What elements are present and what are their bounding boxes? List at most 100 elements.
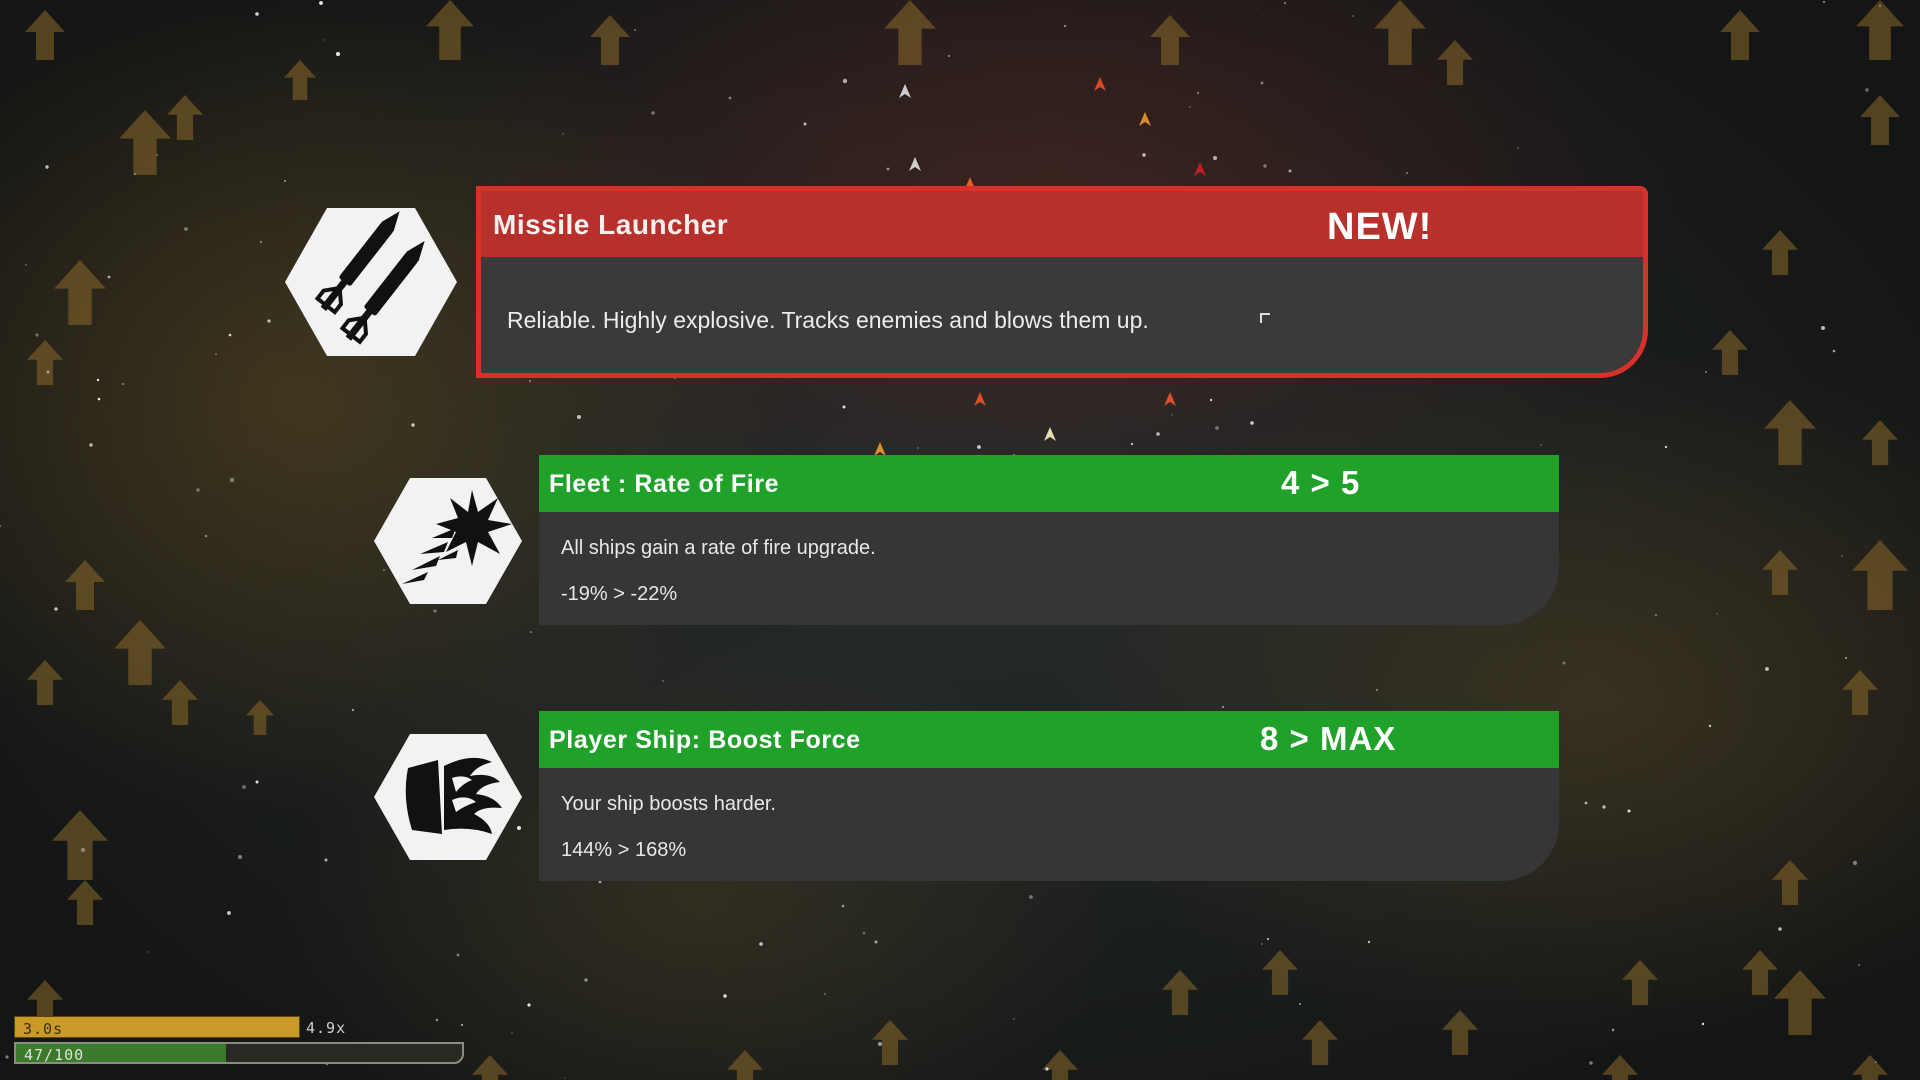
star [461,1024,463,1026]
star [1288,169,1292,173]
star [564,1077,566,1079]
background-arrow [27,340,63,385]
star [634,29,636,31]
star [1263,164,1267,168]
star [228,333,232,337]
upgrade-description: All ships gain a rate of fire upgrade. [561,537,876,559]
star [1879,5,1881,7]
star [319,1,323,5]
star [255,12,259,16]
star [238,855,242,859]
star [435,1018,439,1022]
star [1701,1022,1705,1026]
star [1045,1067,1049,1071]
star [1215,426,1219,430]
star [89,443,93,447]
background-arrow [1162,970,1198,1015]
star [1602,805,1606,809]
upgrade-title: Player Ship: Boost Force [549,726,861,754]
star [1142,153,1146,157]
star [1875,1061,1877,1063]
background-arrow [1262,950,1298,995]
star [1209,398,1213,402]
upgrade-title: Fleet : Rate of Fire [549,470,780,498]
new-badge: NEW! [1327,206,1433,248]
background-arrow [246,700,274,735]
background-arrow [1774,970,1826,1035]
upgrade-card-missile-launcher[interactable]: Missile Launcher NEW! Reliable. Highly e… [476,186,1648,378]
star [323,39,325,41]
missile-icon [283,206,459,363]
star [1255,7,1257,9]
star [562,133,564,135]
star [1267,938,1269,940]
star [1589,1061,1593,1065]
upgrade-card-fleet-rate-of-fire[interactable]: Fleet : Rate of Fire 4 > 5 All ships gai… [539,455,1559,625]
enemy-ship [899,84,911,98]
star [267,319,271,323]
enemy-ship [909,157,921,171]
star [324,858,328,862]
background-arrow [54,260,106,325]
upgrade-level: 4 > 5 [1281,464,1361,501]
star [1562,661,1566,665]
star [824,993,826,995]
star [1664,445,1668,449]
star [584,978,588,982]
star [1865,88,1869,92]
background-arrow [1622,960,1658,1005]
star [1778,927,1782,931]
star [759,942,763,946]
star [1844,656,1848,660]
star [1222,706,1224,708]
background-arrow [1764,400,1816,465]
star [723,994,727,998]
star [728,96,732,100]
boost-thruster-icon [372,732,524,867]
star [227,911,231,915]
star [1584,801,1588,805]
star [1705,371,1707,373]
star [255,780,259,784]
star [1708,724,1712,728]
star [874,940,878,944]
enemy-ship [1164,392,1176,406]
star [1822,0,1826,4]
background-arrow [1302,1020,1338,1065]
background-arrow [65,560,105,610]
star [1654,613,1658,617]
star [1517,147,1519,149]
background-arrow [1601,1055,1639,1080]
star [335,51,341,57]
background-arrow [1762,550,1798,595]
star [530,631,532,633]
upgrade-description: Reliable. Highly explosive. Tracks enemi… [507,307,1149,333]
star [242,785,246,789]
background-arrow [1437,40,1473,85]
star [662,680,664,682]
enemy-ship [1139,112,1151,126]
xp-bar: 47/100 [14,1042,464,1064]
star [215,353,217,355]
star [204,534,208,538]
star [259,240,263,244]
star [528,379,532,383]
star [598,880,602,884]
star [577,415,581,419]
star [527,1003,531,1007]
star [1171,414,1173,416]
upgrade-card-boost-force[interactable]: Player Ship: Boost Force 8 > MAX Your sh… [539,711,1559,881]
card-header: Player Ship: Boost Force 8 > MAX [539,711,1559,768]
background-arrow [67,880,103,925]
star [1261,943,1263,945]
mouse-cursor [1260,313,1270,323]
star [1352,15,1354,17]
background-arrow [471,1055,509,1080]
star [1212,155,1218,161]
star [107,275,111,279]
star [1627,809,1631,813]
star [886,167,890,171]
star [878,1042,882,1046]
star [456,953,460,957]
upgrade-stat: 144% > 168% [561,839,687,861]
